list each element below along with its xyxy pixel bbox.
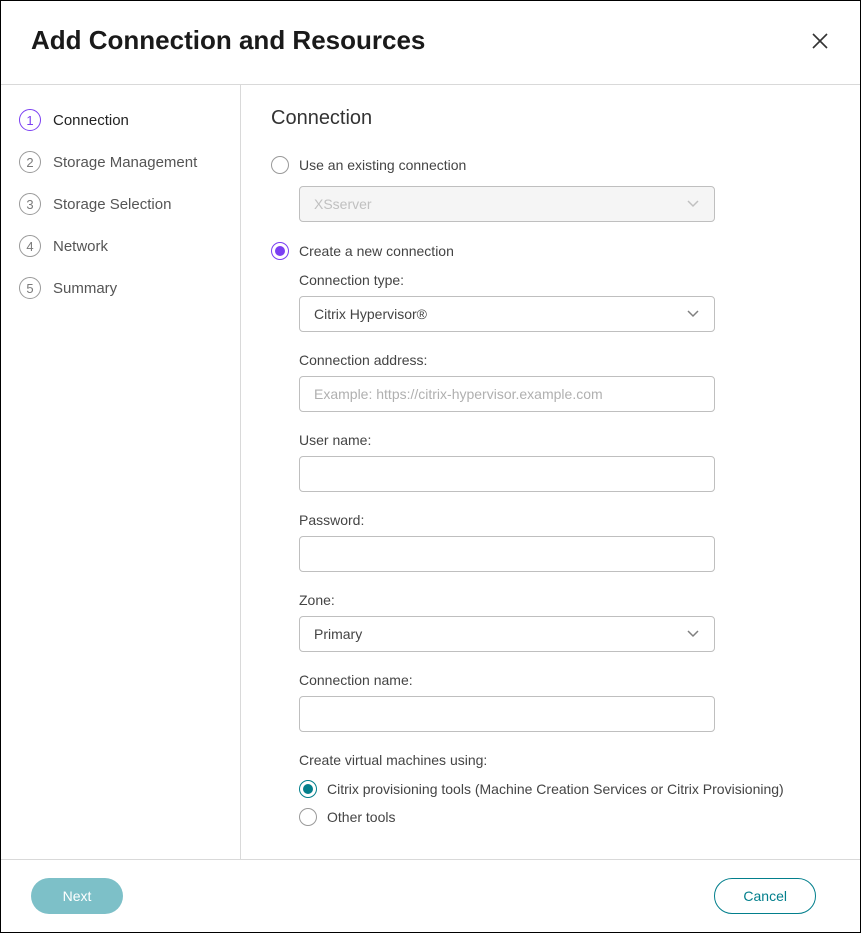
close-icon xyxy=(811,32,829,50)
step-number-icon: 5 xyxy=(19,277,41,299)
field-label: User name: xyxy=(299,432,812,448)
step-number-icon: 3 xyxy=(19,193,41,215)
step-storage-selection[interactable]: 3 Storage Selection xyxy=(19,193,240,215)
step-label: Storage Management xyxy=(53,154,197,171)
connection-address-field: Connection address: xyxy=(299,352,812,412)
step-number-icon: 4 xyxy=(19,235,41,257)
radio-use-existing[interactable]: Use an existing connection xyxy=(271,156,812,174)
select-value: Citrix Hypervisor® xyxy=(314,306,427,322)
chevron-down-icon xyxy=(686,626,700,643)
username-field: User name: xyxy=(299,432,812,492)
password-input[interactable] xyxy=(299,536,715,572)
select-value: Primary xyxy=(314,626,362,642)
connection-name-input[interactable] xyxy=(299,696,715,732)
select-value: XSserver xyxy=(314,196,372,212)
main-panel: Connection Use an existing connection XS… xyxy=(241,85,860,859)
username-input[interactable] xyxy=(299,456,715,492)
radio-label: Use an existing connection xyxy=(299,157,466,173)
step-network[interactable]: 4 Network xyxy=(19,235,240,257)
radio-icon xyxy=(299,808,317,826)
field-label: Connection address: xyxy=(299,352,812,368)
step-number-icon: 1 xyxy=(19,109,41,131)
field-label: Connection name: xyxy=(299,672,812,688)
radio-label: Create a new connection xyxy=(299,243,454,259)
close-button[interactable] xyxy=(810,31,830,51)
cancel-button[interactable]: Cancel xyxy=(714,878,816,914)
step-label: Storage Selection xyxy=(53,196,171,213)
radio-label: Other tools xyxy=(327,809,395,825)
step-label: Summary xyxy=(53,280,117,297)
existing-connection-group: XSserver xyxy=(299,186,812,222)
field-label: Zone: xyxy=(299,592,812,608)
chevron-down-icon xyxy=(686,196,700,213)
field-label: Connection type: xyxy=(299,272,812,288)
dialog-footer: Next Cancel xyxy=(1,859,860,932)
connection-type-field: Connection type: Citrix Hypervisor® xyxy=(299,272,812,332)
connection-address-input[interactable] xyxy=(299,376,715,412)
dialog-body: 1 Connection 2 Storage Management 3 Stor… xyxy=(1,85,860,859)
radio-label: Citrix provisioning tools (Machine Creat… xyxy=(327,781,784,797)
radio-create-new[interactable]: Create a new connection xyxy=(271,242,812,260)
step-label: Network xyxy=(53,238,108,255)
radio-citrix-tools[interactable]: Citrix provisioning tools (Machine Creat… xyxy=(299,780,812,798)
radio-icon xyxy=(271,242,289,260)
step-storage-management[interactable]: 2 Storage Management xyxy=(19,151,240,173)
existing-connection-select: XSserver xyxy=(299,186,715,222)
field-label: Password: xyxy=(299,512,812,528)
radio-icon xyxy=(271,156,289,174)
radio-other-tools[interactable]: Other tools xyxy=(299,808,812,826)
connection-name-field: Connection name: xyxy=(299,672,812,732)
dialog-header: Add Connection and Resources xyxy=(1,1,860,84)
password-field: Password: xyxy=(299,512,812,572)
next-button[interactable]: Next xyxy=(31,878,123,914)
step-number-icon: 2 xyxy=(19,151,41,173)
step-connection[interactable]: 1 Connection xyxy=(19,109,240,131)
zone-select[interactable]: Primary xyxy=(299,616,715,652)
wizard-sidebar: 1 Connection 2 Storage Management 3 Stor… xyxy=(1,85,241,859)
dialog-title: Add Connection and Resources xyxy=(31,25,425,56)
chevron-down-icon xyxy=(686,306,700,323)
radio-icon xyxy=(299,780,317,798)
zone-field: Zone: Primary xyxy=(299,592,812,652)
connection-type-select[interactable]: Citrix Hypervisor® xyxy=(299,296,715,332)
vm-tools-group: Citrix provisioning tools (Machine Creat… xyxy=(299,780,812,826)
vm-using-label: Create virtual machines using: xyxy=(299,752,812,768)
step-label: Connection xyxy=(53,112,129,129)
page-title: Connection xyxy=(271,107,812,130)
step-summary[interactable]: 5 Summary xyxy=(19,277,240,299)
